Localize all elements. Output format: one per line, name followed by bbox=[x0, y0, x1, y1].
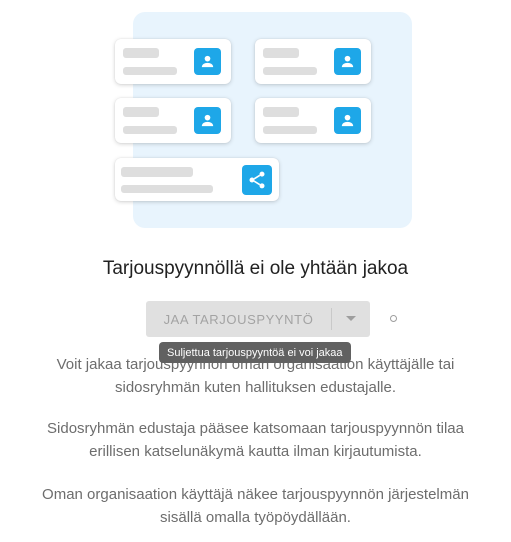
share-card bbox=[115, 158, 279, 201]
share-button[interactable]: JAA TARJOUSPYYNTÖ bbox=[146, 301, 331, 337]
caret-down-icon bbox=[346, 316, 356, 321]
person-icon bbox=[194, 48, 221, 75]
share-split-button[interactable]: JAA TARJOUSPYYNTÖ bbox=[146, 301, 370, 337]
user-card bbox=[115, 39, 231, 84]
loading-indicator bbox=[390, 315, 397, 322]
description-paragraph-2: Sidosryhmän edustaja pääsee katsomaan ta… bbox=[47, 420, 464, 460]
disabled-tooltip: Suljettua tarjouspyyntöä ei voi jakaa bbox=[159, 342, 351, 363]
person-icon bbox=[334, 48, 361, 75]
share-dropdown-button[interactable] bbox=[332, 301, 370, 337]
user-card bbox=[255, 39, 371, 84]
share-button-label: JAA TARJOUSPYYNTÖ bbox=[163, 311, 314, 327]
person-icon bbox=[334, 107, 361, 134]
description-paragraph-3: Oman organisaation käyttäjä näkee tarjou… bbox=[42, 486, 469, 526]
user-card bbox=[115, 98, 231, 143]
person-icon bbox=[194, 107, 221, 134]
user-card bbox=[255, 98, 371, 143]
empty-state-title: Tarjouspyynnöllä ei ole yhtään jakoa bbox=[102, 258, 409, 279]
share-icon bbox=[242, 165, 272, 195]
